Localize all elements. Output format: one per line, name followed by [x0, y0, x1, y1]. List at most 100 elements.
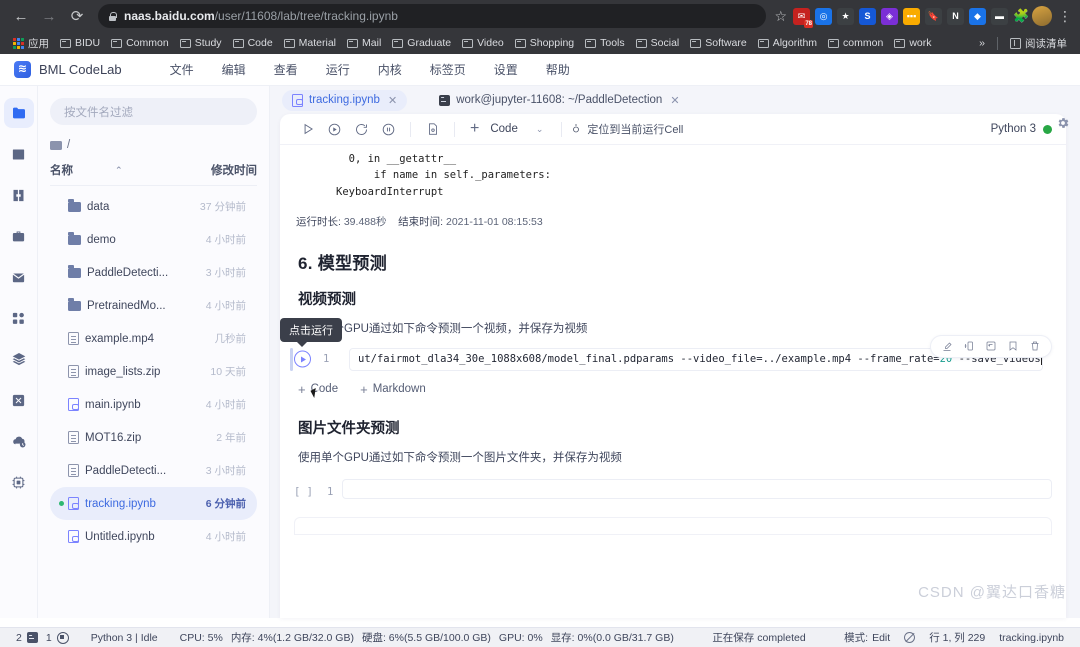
bookmark-material[interactable]: Material [279, 35, 341, 51]
bookmarks-overflow-button[interactable]: » [974, 35, 990, 51]
cloud-sync-icon[interactable] [4, 426, 34, 456]
sort-caret-icon[interactable]: ⌃ [115, 165, 123, 176]
markdown-cell-1[interactable]: 6. 模型预测 视频预测 使用单个GPU通过如下命令预测一个视频，并保存为视频 [280, 244, 1066, 336]
bookmark-work[interactable]: work [889, 35, 936, 51]
browser-menu-icon[interactable]: ⋮ [1058, 8, 1072, 25]
kernel-indicator[interactable]: Python 3 [991, 123, 1052, 135]
menu-1[interactable]: 编辑 [208, 57, 260, 82]
file-row[interactable]: Untitled.ipynb 4 小时前 [50, 520, 257, 553]
notebook-tab[interactable]: work@jupyter-11608: ~/PaddleDetection ✕ [429, 90, 689, 111]
file-row[interactable]: PretrainedMo... 4 小时前 [50, 289, 257, 322]
run-cell-icon[interactable] [294, 116, 321, 143]
bookmark-code[interactable]: Code [228, 35, 278, 51]
layers-icon[interactable] [4, 344, 34, 374]
notebook-scroll-area[interactable]: 0, in __getattr__ if name in self._param… [280, 145, 1066, 618]
dots-extension[interactable]: ▪▪▪ [903, 7, 920, 25]
bookmark-video[interactable]: Video [457, 35, 509, 51]
menu-7[interactable]: 帮助 [532, 57, 584, 82]
chevron-down-icon[interactable]: ⌄ [522, 124, 554, 135]
notebook-tab[interactable]: tracking.ipynb ✕ [282, 89, 408, 111]
toolbox-icon[interactable] [4, 221, 34, 251]
terminals-count[interactable]: 2 [16, 632, 38, 644]
file-row[interactable]: MOT16.zip 2 年前 [50, 421, 257, 454]
column-name-label[interactable]: 名称 [50, 162, 73, 178]
bookmark-cell-icon[interactable] [1003, 336, 1023, 356]
restart-kernel-icon[interactable] [348, 116, 375, 143]
extensions-icon[interactable] [4, 180, 34, 210]
mail-icon[interactable] [4, 262, 34, 292]
reading-list-button[interactable]: 阅读清单 [1005, 34, 1072, 53]
mail-extension[interactable]: ✉ 78 [793, 7, 813, 28]
file-row[interactable]: main.ipynb 4 小时前 [50, 388, 257, 421]
menu-5[interactable]: 标签页 [416, 57, 480, 82]
locate-running-cell-button[interactable]: 定位到当前运行Cell [570, 121, 683, 137]
menu-6[interactable]: 设置 [480, 57, 532, 82]
bookmark-shopping[interactable]: Shopping [510, 35, 579, 51]
menu-3[interactable]: 运行 [312, 57, 364, 82]
star-extension[interactable]: ★ [837, 7, 854, 25]
file-browser-icon[interactable] [3, 98, 34, 128]
close-icon[interactable]: ✕ [388, 94, 397, 107]
column-modified-label[interactable]: 修改时间 [211, 162, 257, 178]
paste-cell-icon[interactable] [981, 336, 1001, 356]
file-row[interactable]: tracking.ipynb 6 分钟前 [50, 487, 257, 520]
back-button[interactable]: ← [8, 3, 34, 29]
bookmark-tools[interactable]: Tools [580, 35, 630, 51]
puzzle-extensions-icon[interactable]: 🧩 [1013, 8, 1030, 25]
mask-extension[interactable]: ▬ [991, 7, 1008, 25]
running-terminals-icon[interactable] [4, 139, 34, 169]
bookmark-software[interactable]: Software [685, 35, 751, 51]
bookmark-common[interactable]: Common [106, 35, 174, 51]
forward-button[interactable]: → [36, 3, 62, 29]
delete-cell-icon[interactable] [1025, 336, 1045, 356]
bookmark-graduate[interactable]: Graduate [387, 35, 456, 51]
bookmark-bidu[interactable]: BIDU [55, 35, 105, 51]
file-filter-input[interactable]: 按文件名过滤 [50, 98, 257, 125]
cell-code-editor-2[interactable] [342, 478, 1052, 499]
markdown-cell-2[interactable]: 图片文件夹预测 使用单个GPU通过如下命令预测一个图片文件夹，并保存为视频 [280, 406, 1066, 465]
interrupt-kernel-icon[interactable] [375, 116, 402, 143]
duplicate-cell-icon[interactable] [937, 336, 957, 356]
file-row[interactable]: PaddleDetecti... 3 小时前 [50, 256, 257, 289]
breadcrumb[interactable]: / [50, 139, 257, 151]
add-markdown-cell-button[interactable]: + Markdown [360, 382, 426, 397]
file-row[interactable]: data 37 分钟前 [50, 190, 257, 223]
file-row[interactable]: demo 4 小时前 [50, 223, 257, 256]
code-cell-1[interactable]: 点击运行 1 ut/fairmot_dla34_30e_1088x608/mod… [280, 317, 1066, 398]
bookmark-应用[interactable]: 应用 [8, 34, 54, 53]
close-icon[interactable]: ✕ [670, 94, 679, 107]
chip-icon[interactable] [4, 467, 34, 497]
file-row[interactable]: example.mp4 几秒前 [50, 322, 257, 355]
add-cell-icon[interactable]: + [463, 120, 486, 138]
bookmark-mail[interactable]: Mail [342, 35, 386, 51]
file-row[interactable]: image_lists.zip 10 天前 [50, 355, 257, 388]
code-cell-2[interactable]: [ ] 1 [280, 478, 1066, 505]
file-row[interactable]: PaddleDetecti... 3 小时前 [50, 454, 257, 487]
run-all-cells-icon[interactable] [321, 116, 348, 143]
bookmark-common[interactable]: common [823, 35, 888, 51]
kernel-status-text[interactable]: Python 3 | Idle [91, 632, 158, 644]
dataset-icon[interactable] [4, 385, 34, 415]
bookmark-algorithm[interactable]: Algorithm [753, 35, 822, 51]
address-bar[interactable]: naas.baidu.com/user/11608/lab/tree/track… [98, 4, 767, 28]
bookmark-extension[interactable]: 🔖 [925, 7, 942, 25]
cell-type-select[interactable]: Code [486, 123, 522, 135]
s-extension[interactable]: S [859, 7, 876, 25]
menu-2[interactable]: 查看 [260, 57, 312, 82]
menu-4[interactable]: 内核 [364, 57, 416, 82]
menu-0[interactable]: 文件 [156, 57, 208, 82]
bookmark-star-icon[interactable]: ☆ [774, 8, 787, 25]
bookmark-study[interactable]: Study [175, 35, 227, 51]
move-cell-icon[interactable] [959, 336, 979, 356]
kernels-count[interactable]: 1 [46, 631, 69, 644]
circle-extension[interactable]: ◎ [815, 7, 832, 25]
reload-button[interactable]: ⟳ [64, 3, 90, 29]
profile-avatar[interactable] [1032, 6, 1052, 26]
next-cell-preview[interactable] [294, 516, 1052, 535]
bookmark-social[interactable]: Social [631, 35, 685, 51]
box-extension[interactable]: ◈ [881, 7, 898, 25]
settings-gear-icon[interactable] [1056, 116, 1070, 135]
apps-icon[interactable] [4, 303, 34, 333]
gem-extension[interactable]: ◆ [969, 7, 986, 25]
save-notebook-icon[interactable] [419, 116, 446, 143]
